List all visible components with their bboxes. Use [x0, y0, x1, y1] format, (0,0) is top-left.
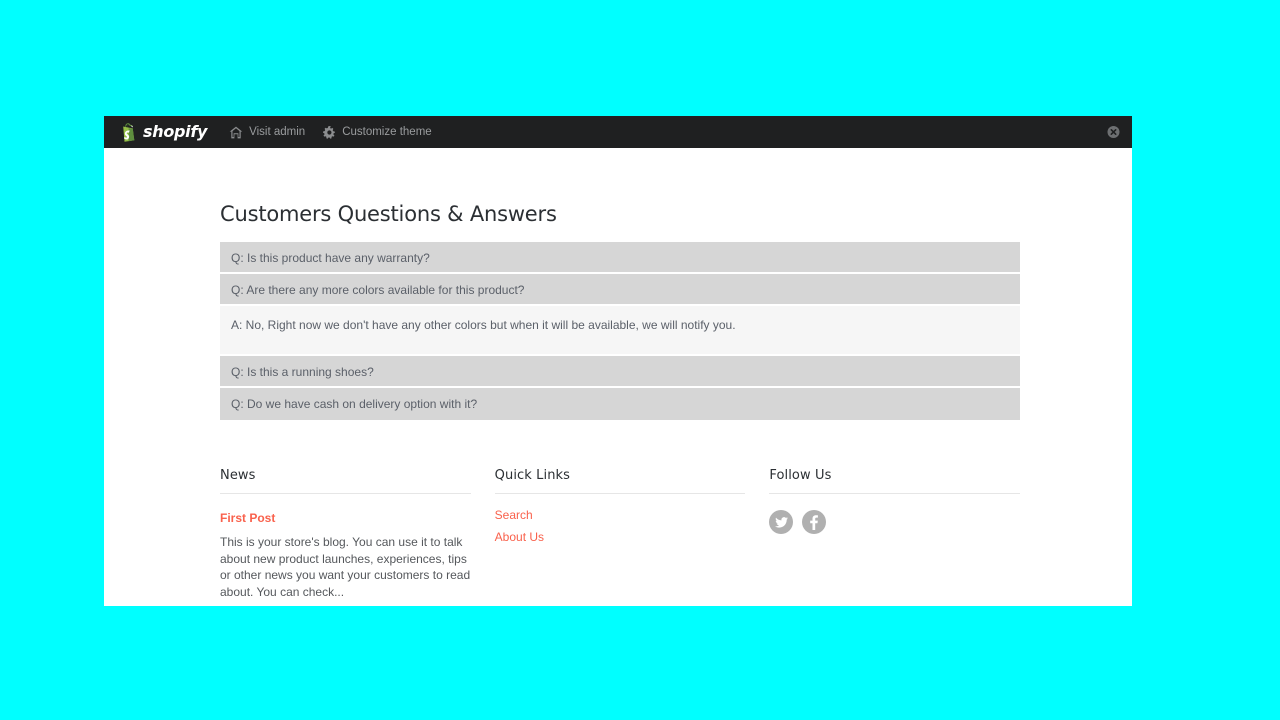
- social-links: [769, 510, 1020, 534]
- follow-us-heading: Follow Us: [769, 468, 1021, 494]
- footer-column-news: News First Post This is your store's blo…: [220, 468, 471, 600]
- news-excerpt: This is your store's blog. You can use i…: [220, 535, 471, 599]
- visit-admin-label: Visit admin: [249, 126, 306, 138]
- twitter-icon[interactable]: [769, 510, 794, 534]
- theme-preview-panel: shopify Visit admin Customize theme Cust…: [104, 116, 1132, 606]
- page-title: Customers Questions & Answers: [220, 202, 557, 226]
- customize-theme-link[interactable]: Customize theme: [323, 125, 432, 139]
- customize-theme-label: Customize theme: [342, 126, 432, 138]
- list-item: About Us: [495, 528, 746, 546]
- news-heading: News: [220, 468, 471, 494]
- footer-column-follow-us: Follow Us: [769, 468, 1021, 600]
- gear-icon: [323, 125, 336, 139]
- close-circle-icon[interactable]: [1107, 126, 1120, 139]
- quick-links-list: Search About Us: [495, 506, 746, 546]
- shopify-admin-bar: shopify Visit admin Customize theme: [104, 116, 1132, 148]
- customers-questions-section: Customers Questions & Answers Q: Is this…: [104, 148, 1132, 420]
- qa-question-row[interactable]: Q: Do we have cash on delivery option wi…: [220, 388, 1020, 420]
- visit-admin-link[interactable]: Visit admin: [229, 126, 305, 139]
- shopping-bag-icon: [120, 122, 137, 142]
- news-post-link[interactable]: First Post: [220, 511, 471, 525]
- shopify-logo[interactable]: shopify: [120, 122, 208, 142]
- quick-link-about-us[interactable]: About Us: [495, 530, 544, 544]
- facebook-icon[interactable]: [802, 510, 827, 534]
- qa-question-row[interactable]: Q: Are there any more colors available f…: [220, 274, 1020, 306]
- qa-question-row[interactable]: Q: Is this a running shoes?: [220, 356, 1020, 388]
- home-icon: [229, 126, 243, 139]
- list-item: Search: [495, 506, 746, 524]
- quick-links-heading: Quick Links: [494, 468, 746, 494]
- store-page-content: Customers Questions & Answers Q: Is this…: [104, 148, 1132, 600]
- footer-column-quick-links: Quick Links Search About Us: [494, 468, 746, 600]
- qa-list: Q: Is this product have any warranty? Q:…: [220, 242, 1020, 420]
- quick-link-search[interactable]: Search: [495, 508, 533, 522]
- site-footer: News First Post This is your store's blo…: [220, 468, 1021, 600]
- shopify-logo-text: shopify: [143, 122, 208, 141]
- qa-answer-row: A: No, Right now we don't have any other…: [220, 306, 1020, 356]
- qa-question-row[interactable]: Q: Is this product have any warranty?: [220, 242, 1020, 274]
